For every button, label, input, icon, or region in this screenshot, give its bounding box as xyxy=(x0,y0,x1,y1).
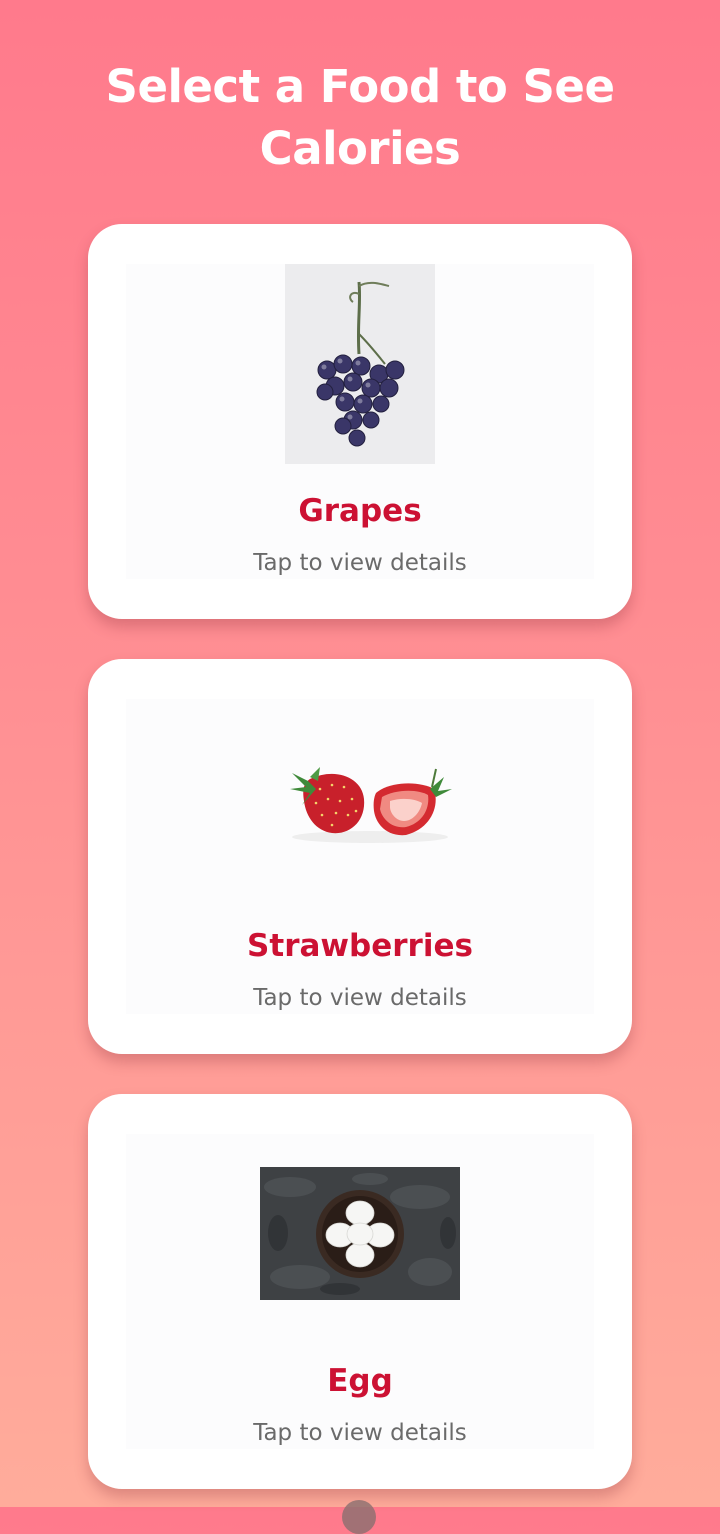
card-inner xyxy=(126,699,594,1014)
food-card-grapes[interactable]: Grapes Tap to view details xyxy=(88,224,632,619)
food-subtitle: Tap to view details xyxy=(253,1420,467,1446)
food-name: Grapes xyxy=(298,493,422,529)
food-name: Egg xyxy=(327,1363,393,1399)
food-card-egg[interactable]: Egg Tap to view details xyxy=(88,1094,632,1489)
food-subtitle: Tap to view details xyxy=(253,985,467,1011)
page-title: Select a Food to See Calories xyxy=(105,60,615,175)
eggs-image xyxy=(260,1167,460,1300)
strawberries-image xyxy=(290,767,452,843)
scroll-indicator xyxy=(342,1500,376,1534)
food-card-strawberries[interactable]: Strawberries Tap to view details xyxy=(88,659,632,1054)
grapes-image xyxy=(285,264,435,464)
food-name: Strawberries xyxy=(247,928,473,964)
food-subtitle: Tap to view details xyxy=(253,550,467,576)
